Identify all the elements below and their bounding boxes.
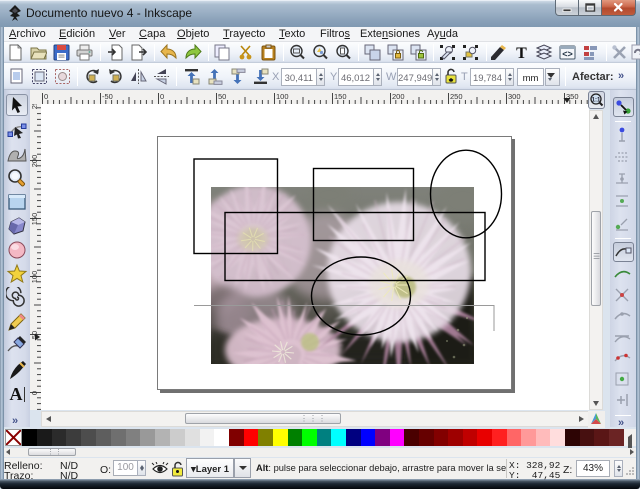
svg-text:A: A <box>10 384 23 404</box>
svg-text:T: T <box>516 45 527 61</box>
svg-text:250: 250 <box>450 92 463 101</box>
svg-text:<>: <> <box>562 49 573 59</box>
svg-text:0: 0 <box>30 391 39 395</box>
svg-text:100: 100 <box>276 92 289 101</box>
svg-text:150: 150 <box>30 213 39 226</box>
svg-text:300: 300 <box>508 92 521 101</box>
svg-text:-50: -50 <box>102 92 113 101</box>
svg-text:0: 0 <box>160 92 164 101</box>
svg-text:50: 50 <box>218 92 226 101</box>
svg-text:250: 250 <box>30 104 39 109</box>
svg-text:150: 150 <box>334 92 347 101</box>
svg-text:100: 100 <box>30 271 39 284</box>
svg-text:200: 200 <box>30 155 39 168</box>
svg-text:200: 200 <box>392 92 405 101</box>
svg-text:0: 0 <box>44 92 48 101</box>
